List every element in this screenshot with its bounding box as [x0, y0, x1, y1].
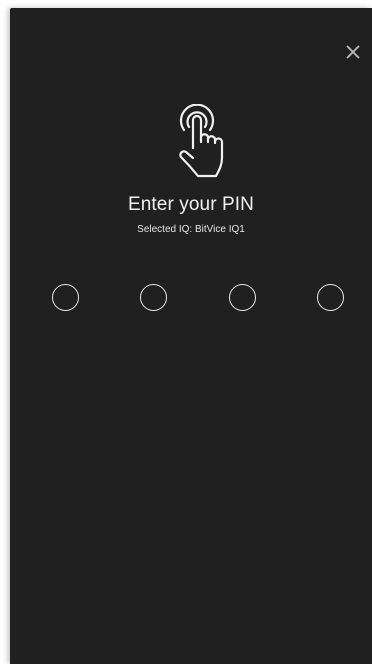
- selected-device-label: Selected IQ: BitVice IQ1: [137, 224, 245, 235]
- touch-finger-icon: [179, 104, 224, 178]
- pin-entry-screen: Enter your PIN Selected IQ: BitVice IQ1: [10, 8, 372, 664]
- pin-dot-4: [317, 284, 344, 311]
- close-icon: [346, 45, 360, 59]
- pin-dot-3: [229, 284, 256, 311]
- pin-indicator-row: [10, 284, 372, 316]
- pin-dot-1: [52, 284, 79, 311]
- pin-dot-2: [140, 284, 167, 311]
- close-button[interactable]: [342, 41, 364, 63]
- page-title: Enter your PIN: [127, 194, 254, 215]
